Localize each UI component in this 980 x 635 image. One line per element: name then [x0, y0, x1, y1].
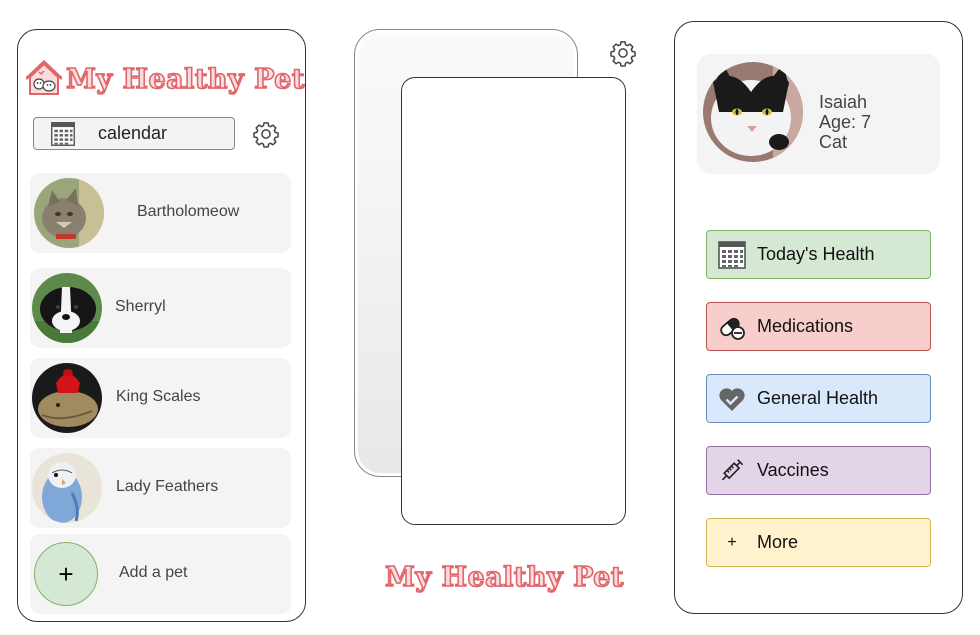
heart-check-icon — [719, 387, 745, 411]
vaccines-button[interactable]: Vaccines — [706, 446, 931, 495]
general-health-button[interactable]: General Health — [706, 374, 931, 423]
settings-gear-icon[interactable] — [609, 39, 637, 67]
add-pet-card[interactable]: + Add a pet — [30, 534, 291, 614]
pet-card-lady-feathers[interactable]: Lady Feathers — [30, 448, 291, 528]
pet-profile-info: Isaiah Age: 7 Cat — [819, 92, 871, 152]
syringe-icon — [721, 458, 744, 480]
app-logo: My Healthy Pet — [26, 60, 305, 98]
pet-avatar-cat-photo — [34, 178, 104, 248]
general-health-label: General Health — [757, 388, 879, 408]
pet-name: Sherryl — [115, 298, 166, 315]
app-title-wordmark: My Healthy Pet — [384, 561, 624, 594]
pet-name: King Scales — [116, 388, 201, 405]
pet-detail-panel: Isaiah Age: 7 Cat Today's Health Medicat… — [674, 21, 963, 614]
plus-icon: + — [727, 533, 737, 551]
pet-card-king-scales[interactable]: King Scales — [30, 358, 291, 438]
plus-icon: + — [58, 558, 74, 589]
pet-age: Age: 7 — [819, 112, 872, 132]
calendar-icon — [50, 121, 76, 147]
calendar-button[interactable]: calendar — [33, 117, 235, 150]
vaccines-label: Vaccines — [757, 460, 829, 480]
pet-name: Lady Feathers — [116, 478, 219, 495]
todays-health-label: Today's Health — [757, 244, 875, 264]
settings-gear-icon[interactable] — [252, 120, 280, 148]
more-label: More — [757, 532, 799, 552]
pet-profile-card: Isaiah Age: 7 Cat — [697, 54, 940, 174]
pet-avatar-cat-photo — [703, 62, 803, 162]
more-button[interactable]: + More — [706, 518, 931, 567]
pet-house-logo-icon — [26, 60, 62, 95]
add-pet-button[interactable]: + — [34, 542, 98, 606]
medications-button[interactable]: Medications — [706, 302, 931, 351]
foreground-card — [401, 77, 626, 525]
calendar-icon — [717, 240, 747, 270]
pet-card-sherryl[interactable]: Sherryl — [30, 268, 291, 348]
pet-avatar-bird-photo — [32, 453, 102, 523]
pill-icon — [720, 317, 745, 340]
todays-health-button[interactable]: Today's Health — [706, 230, 931, 279]
add-pet-label: Add a pet — [119, 564, 188, 581]
pet-species: Cat — [819, 132, 848, 152]
app-title: My Healthy Pet — [65, 63, 305, 96]
pet-avatar-lizard-photo — [32, 363, 102, 433]
calendar-label: calendar — [98, 123, 168, 143]
pet-name: Bartholomeow — [137, 203, 240, 220]
pet-avatar-dog-photo — [32, 273, 102, 343]
pet-card-bartholomeow[interactable]: Bartholomeow — [30, 173, 291, 253]
pet-name: Isaiah — [819, 92, 868, 112]
medications-label: Medications — [757, 316, 854, 336]
pet-list-panel: My Healthy Pet calendar Bartholomeow She… — [17, 29, 306, 622]
